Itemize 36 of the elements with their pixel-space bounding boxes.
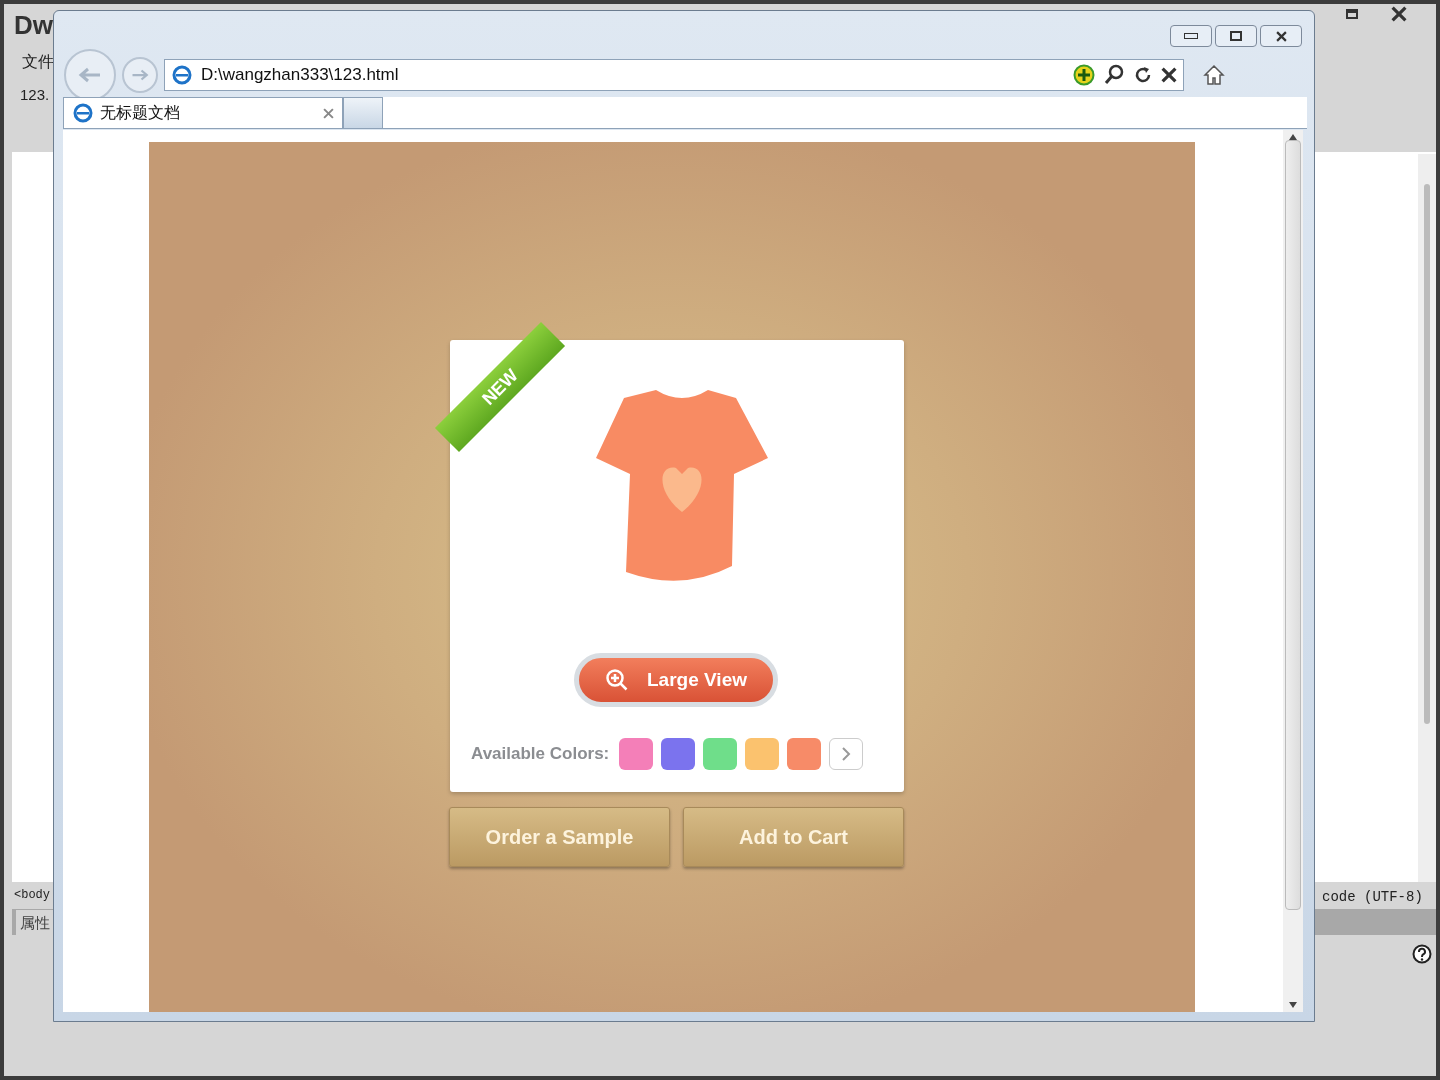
scrollbar[interactable] (1418, 154, 1436, 882)
stop-icon[interactable] (1161, 67, 1177, 83)
color-swatch[interactable] (661, 738, 696, 770)
scrollbar[interactable] (1283, 130, 1303, 1012)
color-swatch[interactable] (745, 738, 780, 770)
close-icon[interactable] (1275, 30, 1287, 42)
color-swatch[interactable] (619, 738, 654, 770)
forward-arrow-icon (131, 69, 149, 81)
help-icon[interactable] (1412, 944, 1432, 964)
browser-tab[interactable]: 无标题文档 (63, 97, 343, 129)
browser-icon (72, 102, 94, 124)
menu-item[interactable]: 文件 (22, 50, 54, 74)
close-button[interactable] (1260, 25, 1302, 47)
address-text: D:\wangzhan333\123.html (201, 64, 399, 87)
document-tab[interactable]: 123. (20, 84, 50, 107)
scroll-down-icon[interactable] (1289, 1002, 1297, 1008)
color-swatch[interactable] (787, 738, 822, 770)
zoom-in-icon (605, 668, 629, 692)
address-bar[interactable]: D:\wangzhan333\123.html (164, 59, 1184, 91)
panel-title[interactable]: 属性 (16, 910, 54, 936)
close-icon[interactable] (1391, 6, 1407, 22)
refresh-icon[interactable] (1133, 65, 1153, 85)
tag-selector: <body (14, 887, 50, 904)
app-logo: Dw (14, 9, 53, 42)
encoding-label: code (UTF-8) (1322, 888, 1423, 907)
home-icon[interactable] (1202, 63, 1226, 87)
color-swatch[interactable] (703, 738, 738, 770)
add-icon[interactable] (1073, 64, 1095, 86)
colors-label: Available Colors: (471, 743, 610, 766)
chevron-right-icon (841, 746, 852, 762)
browser-icon (171, 64, 193, 86)
close-tab-icon[interactable] (323, 107, 334, 119)
minimize-icon[interactable] (1170, 25, 1212, 47)
maximize-icon[interactable] (1215, 25, 1257, 47)
back-arrow-icon (78, 67, 102, 83)
search-icon[interactable] (1103, 64, 1125, 86)
